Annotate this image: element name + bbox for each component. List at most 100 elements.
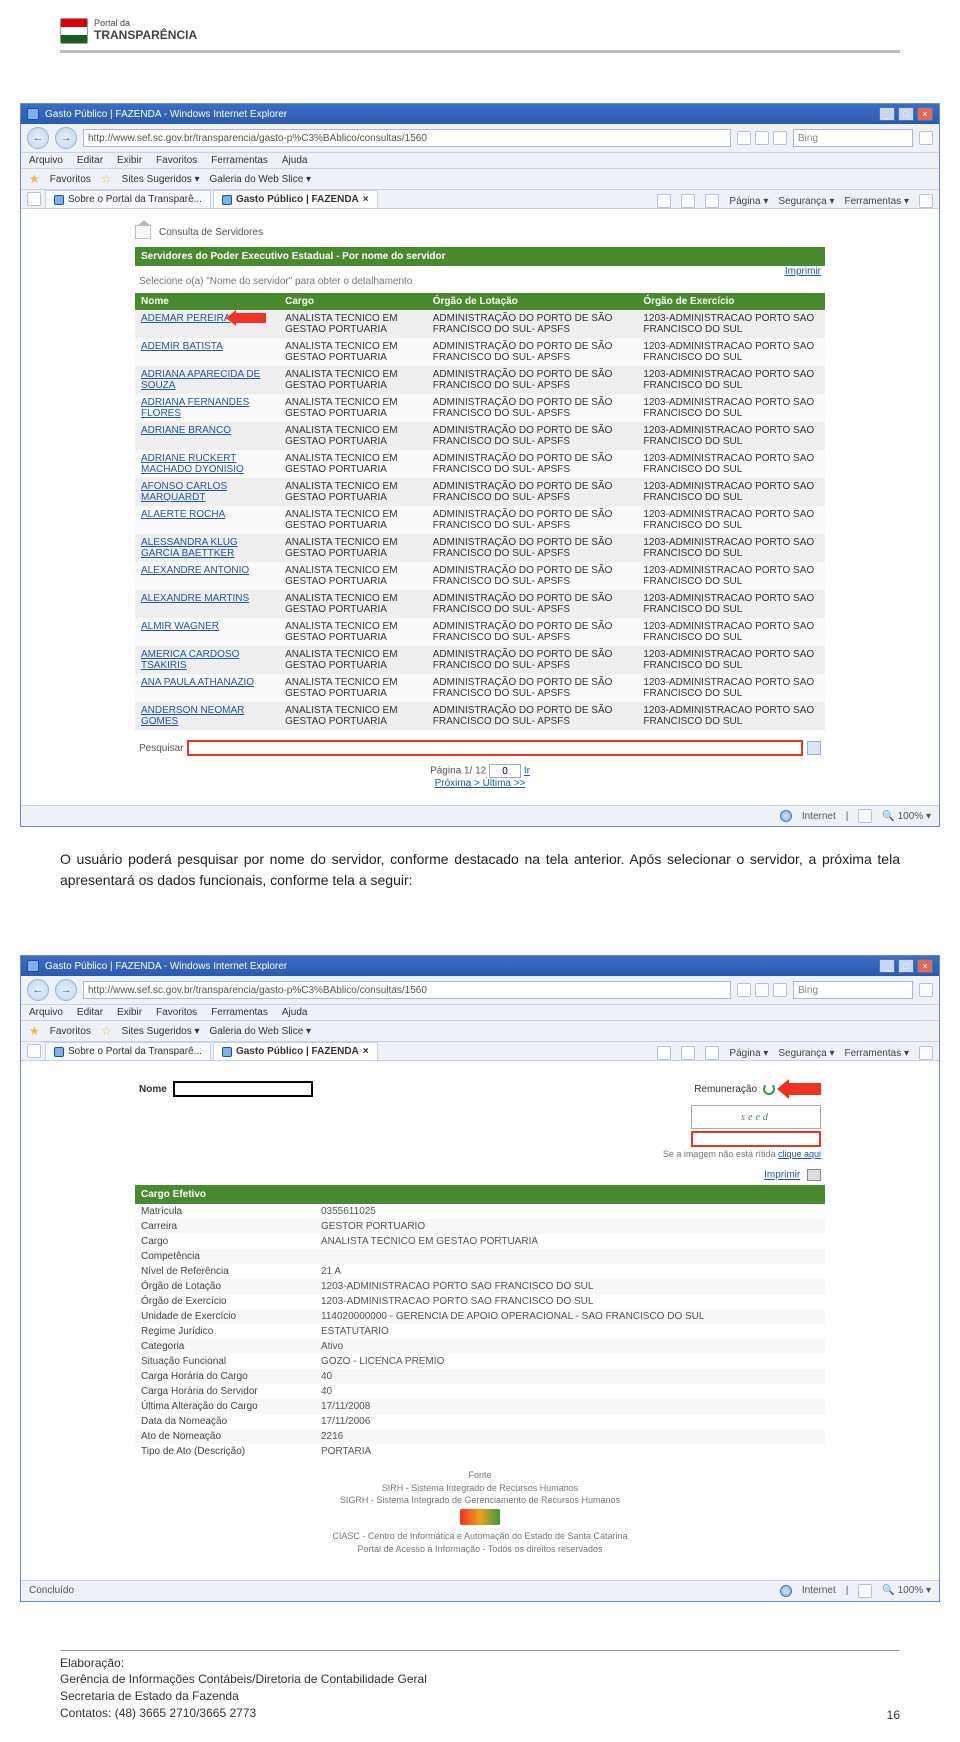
menu-ajuda[interactable]: Ajuda xyxy=(282,1007,308,1018)
servidor-link[interactable]: ADRIANE BRANCO xyxy=(141,425,231,436)
search-provider-icon[interactable] xyxy=(773,131,787,145)
window-maximize-button[interactable]: □ xyxy=(898,107,914,121)
servidor-link[interactable]: ALAERTE ROCHA xyxy=(141,509,225,520)
servidor-link[interactable]: ANA PAULA ATHANAZIO xyxy=(141,677,254,688)
fav-link-sites[interactable]: Sites Sugeridos ▾ xyxy=(122,174,200,185)
nav-back-button[interactable]: ← xyxy=(27,127,49,149)
mail-icon[interactable] xyxy=(705,194,719,208)
nav-forward-button[interactable]: → xyxy=(55,127,77,149)
tab-close-icon[interactable]: × xyxy=(363,194,369,205)
servidor-link[interactable]: ADRIANA FERNANDES FLORES xyxy=(141,397,249,419)
servidor-link[interactable]: ALEXANDRE MARTINS xyxy=(141,593,249,604)
home-icon[interactable] xyxy=(135,225,151,239)
favorites-add-icon[interactable]: ☆ xyxy=(101,1024,112,1038)
printer-icon[interactable] xyxy=(807,1169,821,1181)
menu-exibir[interactable]: Exibir xyxy=(117,1007,142,1018)
status-zoom[interactable]: 🔍 100% ▾ xyxy=(882,811,931,822)
feeds-icon[interactable] xyxy=(681,194,695,208)
favorites-label[interactable]: Favoritos xyxy=(50,1026,91,1037)
menu-favoritos[interactable]: Favoritos xyxy=(156,1007,197,1018)
menu-editar[interactable]: Editar xyxy=(77,1007,103,1018)
servidor-link[interactable]: ADEMAR PEREIRA xyxy=(141,313,230,324)
print-link[interactable]: Imprimir xyxy=(764,1170,800,1181)
info-row: Competência xyxy=(135,1249,825,1264)
search-go-icon[interactable] xyxy=(919,983,933,997)
servidor-link[interactable]: AFONSO CARLOS MARQUARDT xyxy=(141,481,227,503)
menu-ferramentas[interactable]: Ferramentas xyxy=(211,155,268,166)
url-input[interactable]: http://www.sef.sc.gov.br/transparencia/g… xyxy=(83,129,731,147)
servidor-link[interactable]: ANDERSON NEOMAR GOMES xyxy=(141,705,244,727)
menu-editar[interactable]: Editar xyxy=(77,155,103,166)
window-minimize-button[interactable]: _ xyxy=(879,959,895,973)
toolbar-pagina[interactable]: Página ▾ xyxy=(729,1048,768,1059)
search-go-icon[interactable] xyxy=(919,131,933,145)
servidor-link[interactable]: ALEXANDRE ANTONIO xyxy=(141,565,249,576)
captcha-refresh-icon[interactable] xyxy=(763,1083,775,1095)
feeds-icon[interactable] xyxy=(681,1046,695,1060)
refresh-icon[interactable] xyxy=(737,131,751,145)
menu-ferramentas[interactable]: Ferramentas xyxy=(211,1007,268,1018)
stop-icon[interactable] xyxy=(755,983,769,997)
tab-gasto-publico[interactable]: Gasto Público | FAZENDA × xyxy=(213,1042,378,1060)
toolbar-seguranca[interactable]: Segurança ▾ xyxy=(778,1048,834,1059)
servidor-link[interactable]: ADEMIR BATISTA xyxy=(141,341,223,352)
print-link[interactable]: Imprimir xyxy=(785,266,825,277)
servidor-link[interactable]: ALESSANDRA KLUG GARCIA BAETTKER xyxy=(141,537,238,559)
toolbar-pagina[interactable]: Página ▾ xyxy=(729,196,768,207)
help-icon[interactable] xyxy=(919,1046,933,1060)
favorites-star-icon[interactable]: ★ xyxy=(29,172,40,186)
home-toolbar-icon[interactable] xyxy=(657,194,671,208)
tab-portal[interactable]: Sobre o Portal da Transparê... xyxy=(45,190,211,208)
tab-close-icon[interactable]: × xyxy=(363,1046,369,1057)
tab-gasto-publico[interactable]: Gasto Público | FAZENDA × xyxy=(213,190,378,208)
nav-back-button[interactable]: ← xyxy=(27,979,49,1001)
servidor-link[interactable]: ALMIR WAGNER xyxy=(141,621,219,632)
search-go-icon[interactable] xyxy=(807,741,821,755)
toolbar-ferramentas[interactable]: Ferramentas ▾ xyxy=(845,196,909,207)
fav-link-slice[interactable]: Galeria do Web Slice ▾ xyxy=(210,174,312,185)
menu-ajuda[interactable]: Ajuda xyxy=(282,155,308,166)
stop-icon[interactable] xyxy=(755,131,769,145)
url-input[interactable]: http://www.sef.sc.gov.br/transparencia/g… xyxy=(83,981,731,999)
home-toolbar-icon[interactable] xyxy=(657,1046,671,1060)
refresh-icon[interactable] xyxy=(737,983,751,997)
toolbar-seguranca[interactable]: Segurança ▾ xyxy=(778,196,834,207)
pager-input[interactable] xyxy=(489,764,521,778)
window-close-button[interactable]: × xyxy=(917,959,933,973)
remuneracao-link[interactable]: Remuneração xyxy=(694,1084,757,1095)
toolbar-ferramentas[interactable]: Ferramentas ▾ xyxy=(845,1048,909,1059)
menu-arquivo[interactable]: Arquivo xyxy=(29,1007,63,1018)
servidor-link[interactable]: ADRIANA APARECIDA DE SOUZA xyxy=(141,369,260,391)
fonte-line-1: SIRH - Sistema Integrado de Recursos Hum… xyxy=(135,1482,825,1495)
status-zoom[interactable]: 🔍 100% ▾ xyxy=(882,1585,931,1596)
section-title: Servidores do Poder Executivo Estadual -… xyxy=(135,247,825,266)
favorites-add-icon[interactable]: ☆ xyxy=(101,172,112,186)
search-provider-icon[interactable] xyxy=(773,983,787,997)
window-maximize-button[interactable]: □ xyxy=(898,959,914,973)
search-input[interactable]: Bing xyxy=(793,129,913,147)
quicktabs-icon[interactable] xyxy=(27,192,41,206)
quicktabs-icon[interactable] xyxy=(27,1044,41,1058)
logo-text-bottom: TRANSPARÊNCIA xyxy=(94,29,197,42)
menu-exibir[interactable]: Exibir xyxy=(117,155,142,166)
mail-icon[interactable] xyxy=(705,1046,719,1060)
servidor-link[interactable]: AMERICA CARDOSO TSAKIRIS xyxy=(141,649,239,671)
search-input[interactable]: Bing xyxy=(793,981,913,999)
nav-forward-button[interactable]: → xyxy=(55,979,77,1001)
pager-ir[interactable]: Ir xyxy=(524,766,530,777)
window-minimize-button[interactable]: _ xyxy=(879,107,895,121)
captcha-reload-link[interactable]: clique aqui xyxy=(778,1149,821,1159)
tab-portal[interactable]: Sobre o Portal da Transparê... xyxy=(45,1042,211,1060)
menu-favoritos[interactable]: Favoritos xyxy=(156,155,197,166)
pager-next-last[interactable]: Próxima > Última >> xyxy=(435,778,526,789)
fav-link-sites[interactable]: Sites Sugeridos ▾ xyxy=(122,1026,200,1037)
favorites-label[interactable]: Favoritos xyxy=(50,174,91,185)
captcha-input-highlight[interactable] xyxy=(691,1131,821,1147)
help-icon[interactable] xyxy=(919,194,933,208)
favorites-star-icon[interactable]: ★ xyxy=(29,1024,40,1038)
servidor-link[interactable]: ADRIANE RUCKERT MACHADO DYONISIO xyxy=(141,453,244,475)
fav-link-slice[interactable]: Galeria do Web Slice ▾ xyxy=(210,1026,312,1037)
window-close-button[interactable]: × xyxy=(917,107,933,121)
search-input-highlight[interactable] xyxy=(187,740,803,756)
menu-arquivo[interactable]: Arquivo xyxy=(29,155,63,166)
